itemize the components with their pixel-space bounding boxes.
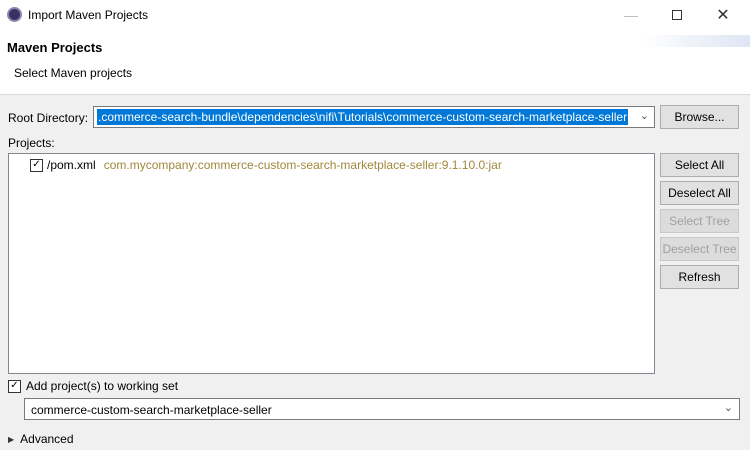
working-set-value: commerce-custom-search-marketplace-selle… [31,403,272,417]
deselect-all-button[interactable]: Deselect All [660,181,739,205]
deselect-tree-button[interactable]: Deselect Tree [660,237,739,261]
maximize-button[interactable] [654,0,700,30]
page-title: Maven Projects [7,40,103,55]
wizard-header: Maven Projects Select Maven projects [0,30,750,95]
refresh-button[interactable]: Refresh [660,265,739,289]
select-all-button[interactable]: Select All [660,153,739,177]
root-directory-combo[interactable]: .commerce-search-bundle\dependencies\nif… [93,106,655,128]
chevron-down-icon[interactable]: ⌄ [724,401,733,414]
select-tree-button[interactable]: Select Tree [660,209,739,233]
browse-button[interactable]: Browse... [660,105,739,129]
title-bar: Import Maven Projects — ✕ [0,0,750,30]
project-name: /pom.xml [47,158,96,172]
chevron-down-icon[interactable]: ⌄ [640,109,649,122]
projects-tree[interactable]: ✓ /pom.xml com.mycompany:commerce-custom… [8,153,655,374]
working-set-label: Add project(s) to working set [26,379,179,393]
root-directory-value: .commerce-search-bundle\dependencies\nif… [97,109,629,125]
eclipse-icon [7,7,22,22]
caret-right-icon: ▶ [8,434,15,444]
working-set-combo[interactable]: commerce-custom-search-marketplace-selle… [24,398,740,420]
project-coordinates: com.mycompany:commerce-custom-search-mar… [103,158,502,172]
header-banner-graphic [640,35,750,47]
advanced-label: Advanced [20,432,74,446]
working-set-checkbox[interactable]: ✓ [8,379,21,393]
working-set-option[interactable]: ✓ Add project(s) to working set [8,379,178,393]
page-subtitle: Select Maven projects [14,66,133,80]
minimize-button[interactable]: — [608,0,654,30]
close-button[interactable]: ✕ [700,0,746,30]
advanced-toggle[interactable]: ▶ Advanced [8,432,74,446]
list-item[interactable]: ✓ /pom.xml com.mycompany:commerce-custom… [30,158,502,172]
projects-label: Projects: [8,136,55,150]
project-checkbox[interactable]: ✓ [30,158,43,172]
window-title: Import Maven Projects [28,8,149,22]
root-directory-label: Root Directory: [8,111,89,125]
